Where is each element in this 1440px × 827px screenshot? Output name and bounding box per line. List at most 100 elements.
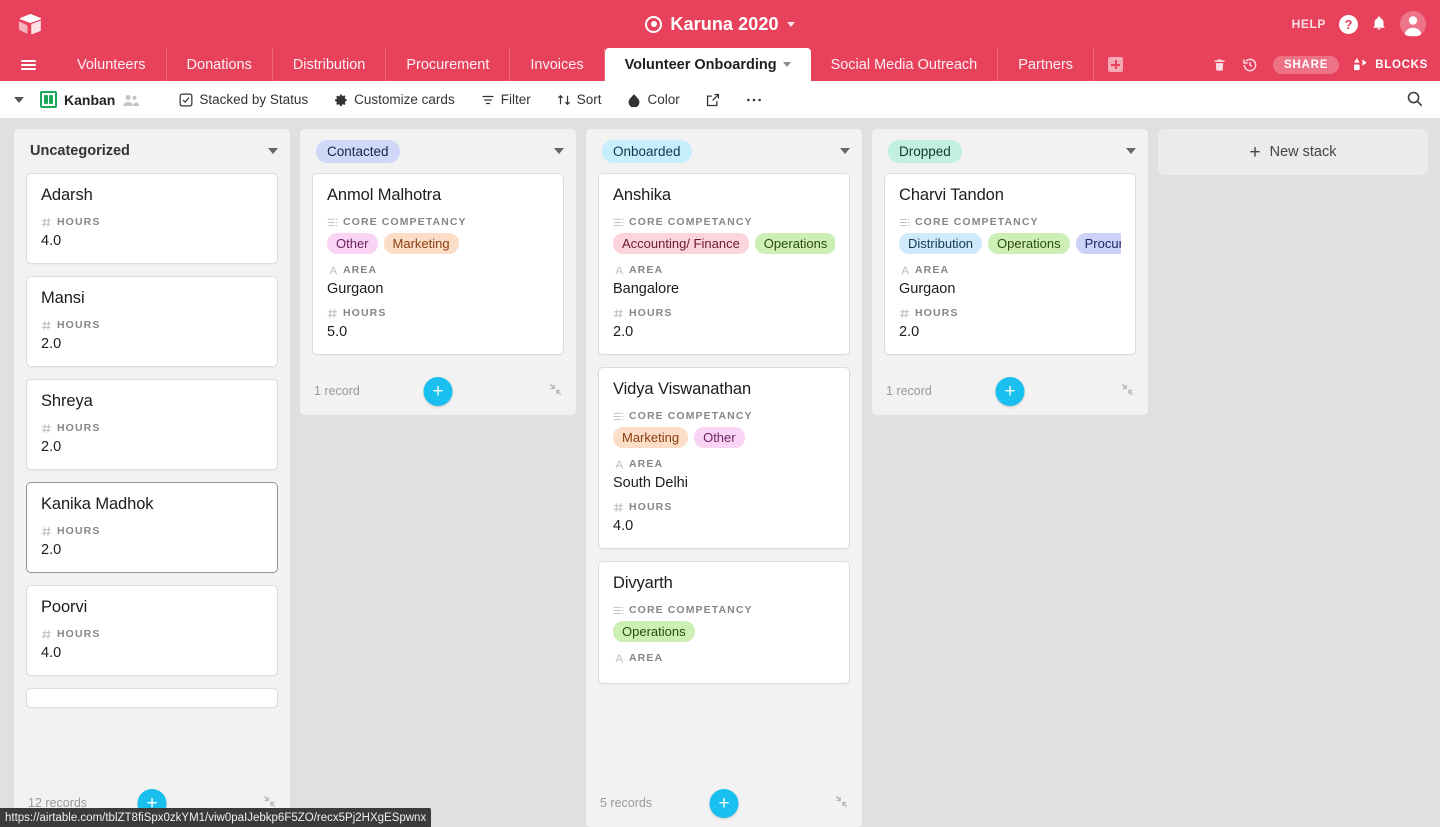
kanban-card[interactable]: Anshika CORE COMPETANCY Accounting/ Fina… [598,173,850,355]
tab-label: Partners [1018,57,1073,73]
share-view-button[interactable] [693,87,733,113]
color-button[interactable]: Color [614,87,692,113]
kanban-card[interactable]: Mansi HOURS 2.0 [26,276,278,367]
kanban-stack-onboarded: Onboarded Anshika CORE COMPETANCY Accoun… [586,129,862,827]
text-field-icon [899,265,910,276]
question-circle-icon[interactable]: ? [1339,15,1358,34]
collaborators-icon[interactable] [123,93,140,107]
stack-menu-chevron-down-icon[interactable] [554,148,564,154]
stack-header: Contacted [300,129,576,173]
stack-title-chip: Dropped [888,140,962,163]
add-record-button[interactable]: + [710,789,739,818]
hamburger-menu-icon[interactable] [0,48,57,81]
field-label-core-competancy: CORE COMPETANCY [613,410,835,422]
blocks-button[interactable]: BLOCKS [1354,58,1428,71]
stack-footer: 1 record + [872,367,1148,415]
add-table-button[interactable] [1094,48,1137,81]
stack-cards[interactable]: Charvi Tandon CORE COMPETANCY Distributi… [872,173,1148,367]
collapse-arrows-icon[interactable] [1121,383,1134,399]
add-record-button[interactable]: + [996,377,1025,406]
kanban-stack-contacted: Contacted Anmol Malhotra CORE COMPETANCY… [300,129,576,415]
stack-menu-chevron-down-icon[interactable] [840,148,850,154]
table-tab-partners[interactable]: Partners [998,48,1094,81]
tab-label: Donations [187,57,252,73]
kanban-card[interactable]: Charvi Tandon CORE COMPETANCY Distributi… [884,173,1136,355]
tag: Operations [988,233,1070,254]
kanban-card[interactable]: Anmol Malhotra CORE COMPETANCY Other Mar… [312,173,564,355]
help-label[interactable]: HELP [1292,17,1326,31]
gear-icon [334,93,348,107]
tag: Procurement [1076,233,1121,254]
text-field-icon [613,459,624,470]
number-hash-icon [41,526,52,537]
customize-cards-button[interactable]: Customize cards [321,87,468,113]
card-field-hours: 4.0 [41,233,263,249]
kanban-card[interactable]: Kanika Madhok HOURS 2.0 [26,482,278,573]
card-field-area: Gurgaon [899,281,1121,297]
kanban-card[interactable]: Shreya HOURS 2.0 [26,379,278,470]
stacked-by-button[interactable]: Stacked by Status [166,87,321,113]
stack-cards[interactable]: Anshika CORE COMPETANCY Accounting/ Fina… [586,173,862,779]
filter-button[interactable]: Filter [468,87,544,113]
airtable-logo[interactable] [0,12,60,36]
table-tab-donations[interactable]: Donations [167,48,273,81]
kanban-card[interactable]: Adarsh HOURS 4.0 [26,173,278,264]
kanban-card[interactable]: Divyarth CORE COMPETANCY Operations AREA [598,561,850,684]
add-record-button[interactable]: + [424,377,453,406]
filter-label: Filter [501,92,531,107]
field-label-hours: HOURS [41,628,263,640]
sidebar-toggle-chevron-down-icon[interactable] [14,97,24,103]
tag: Operations [613,621,695,642]
field-label-hours: HOURS [613,501,835,513]
user-avatar-icon[interactable] [1400,11,1426,37]
field-label-text: AREA [629,458,663,470]
stack-cards[interactable]: Adarsh HOURS 4.0 Mansi HOURS 2.0 Shreya [14,173,290,779]
kanban-stack-dropped: Dropped Charvi Tandon CORE COMPETANCY Di… [872,129,1148,415]
share-button[interactable]: SHARE [1273,56,1339,74]
number-hash-icon [327,308,338,319]
list-select-icon [613,217,624,228]
table-tab-invoices[interactable]: Invoices [510,48,604,81]
table-tab-distribution[interactable]: Distribution [273,48,387,81]
more-options-button[interactable] [733,87,775,113]
search-button[interactable] [1406,90,1424,113]
stack-cards[interactable]: Anmol Malhotra CORE COMPETANCY Other Mar… [300,173,576,367]
list-select-icon [613,411,624,422]
table-tab-volunteers[interactable]: Volunteers [57,48,167,81]
card-field-tags: Accounting/ Finance Operations [613,233,835,254]
card-title: Poorvi [41,598,263,617]
number-hash-icon [41,629,52,640]
tag: Operations [755,233,835,254]
stack-title-chip: Onboarded [602,140,692,163]
new-stack-button[interactable]: + New stack [1158,129,1428,175]
card-field-area: Gurgaon [327,281,549,297]
view-name[interactable]: Kanban [64,92,115,108]
bell-icon[interactable] [1371,15,1387,34]
tag: Distribution [899,233,982,254]
tag: Accounting/ Finance [613,233,749,254]
card-field-hours: 2.0 [41,336,263,352]
sort-button[interactable]: Sort [544,87,615,113]
history-clock-icon[interactable] [1242,57,1258,73]
top-header-bar: Karuna 2020 HELP ? [0,0,1440,48]
table-tab-procurement[interactable]: Procurement [386,48,510,81]
collapse-arrows-icon[interactable] [549,383,562,399]
collapse-arrows-icon[interactable] [835,795,848,811]
kanban-card[interactable]: Vidya Viswanathan CORE COMPETANCY Market… [598,367,850,549]
kanban-card[interactable]: Poorvi HOURS 4.0 [26,585,278,676]
card-field-tags: Distribution Operations Procurement [899,233,1121,254]
stack-menu-chevron-down-icon[interactable] [1126,148,1136,154]
add-table-icon [1108,57,1123,72]
table-tab-volunteer-onboarding[interactable]: Volunteer Onboarding [605,48,811,81]
stack-menu-chevron-down-icon[interactable] [268,148,278,154]
list-select-icon [899,217,910,228]
base-switcher[interactable]: Karuna 2020 [645,14,794,35]
kanban-card-partial[interactable] [26,688,278,708]
trash-icon[interactable] [1212,57,1227,73]
chevron-down-icon[interactable] [783,62,791,67]
table-tab-social-media-outreach[interactable]: Social Media Outreach [811,48,999,81]
card-title: Kanika Madhok [41,495,263,514]
stack-header: Onboarded [586,129,862,173]
search-icon [1406,90,1424,108]
chevron-down-icon[interactable] [787,22,795,27]
